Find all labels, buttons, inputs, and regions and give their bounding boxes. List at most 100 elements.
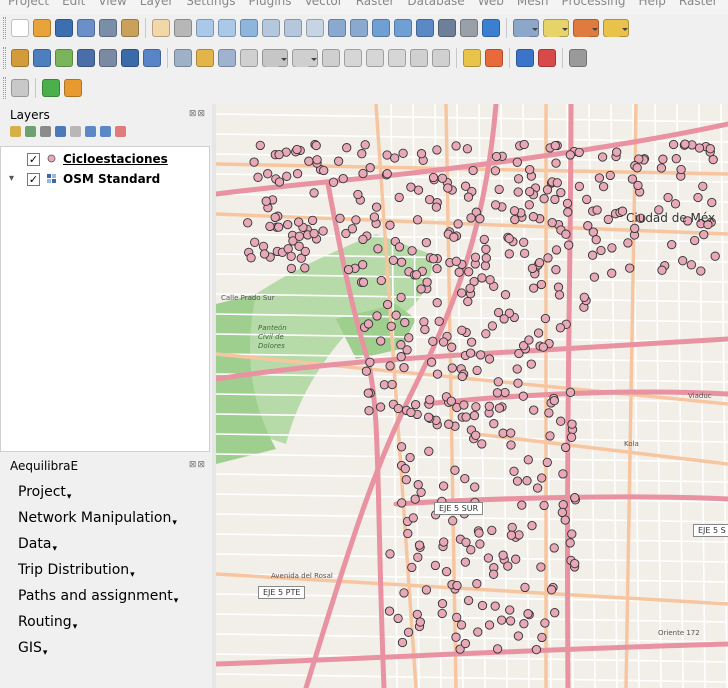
new-project-icon[interactable] bbox=[11, 19, 29, 37]
deselect-icon[interactable] bbox=[573, 19, 599, 37]
menu-view[interactable]: View bbox=[98, 0, 126, 8]
collapse-all-icon[interactable] bbox=[100, 126, 111, 137]
layer-expander[interactable]: ▾ bbox=[9, 170, 14, 188]
save-project-icon[interactable] bbox=[55, 19, 73, 37]
vertex-tool-icon[interactable] bbox=[262, 49, 288, 67]
add-group-icon[interactable] bbox=[25, 126, 36, 137]
aequilibrae-menu-gis[interactable]: GIS▾ bbox=[18, 635, 178, 661]
toolbar-grip[interactable] bbox=[3, 47, 6, 69]
field-calc-icon[interactable] bbox=[603, 19, 629, 37]
menu-mesh[interactable]: Mesh bbox=[517, 0, 549, 8]
bike-station-marker bbox=[460, 557, 471, 567]
virtual-layer-icon[interactable] bbox=[121, 49, 139, 67]
aequilibrae-menu-paths-and-assignment[interactable]: Paths and assignment▾ bbox=[18, 583, 178, 609]
menu-layer[interactable]: Layer bbox=[140, 0, 173, 8]
aequilibrae-menu-project[interactable]: Project▾ bbox=[18, 479, 178, 505]
zoom-native-icon[interactable] bbox=[306, 19, 324, 37]
save-edits-icon[interactable] bbox=[218, 49, 236, 67]
add-line-icon[interactable] bbox=[240, 49, 258, 67]
menu-web[interactable]: Web bbox=[478, 0, 504, 8]
clock-icon[interactable] bbox=[460, 19, 478, 37]
move-feature-icon[interactable] bbox=[292, 49, 318, 67]
aequilibrae-plugin-icon[interactable] bbox=[64, 79, 82, 97]
add-wms-icon[interactable] bbox=[33, 49, 51, 67]
menu-processing[interactable]: Processing bbox=[561, 0, 625, 8]
layer-label-osm-standard[interactable]: OSM Standard bbox=[63, 170, 160, 188]
menu-edit[interactable]: Edit bbox=[62, 0, 85, 8]
pan-to-selection-icon[interactable] bbox=[174, 19, 192, 37]
bike-station-marker bbox=[708, 154, 718, 165]
zoom-layer-icon[interactable] bbox=[284, 19, 302, 37]
show-bookmarks-icon[interactable] bbox=[438, 19, 456, 37]
add-vector-icon[interactable] bbox=[55, 49, 73, 67]
python-console-icon[interactable] bbox=[42, 79, 60, 97]
aequilibrae-menu-data[interactable]: Data▾ bbox=[18, 531, 178, 557]
hide-label-icon[interactable] bbox=[11, 79, 29, 97]
undo-icon[interactable] bbox=[410, 49, 428, 67]
delete-selected-icon[interactable] bbox=[322, 49, 340, 67]
mesh-layer-icon[interactable] bbox=[143, 49, 161, 67]
zoom-selection-icon[interactable] bbox=[262, 19, 280, 37]
zoom-last-icon[interactable] bbox=[328, 19, 346, 37]
aequilibrae-panel-controls[interactable]: ⊠⊠ bbox=[189, 460, 206, 470]
menu-help[interactable]: Help bbox=[639, 0, 666, 8]
manage-visibility-icon[interactable] bbox=[40, 126, 51, 137]
map-canvas[interactable]: Ciudad de Méx Calle Prado Sur Panteón Ci… bbox=[216, 104, 728, 688]
label-highlight-icon[interactable] bbox=[516, 49, 534, 67]
zoom-in-icon[interactable] bbox=[196, 19, 214, 37]
paste-features-icon[interactable] bbox=[388, 49, 406, 67]
bike-station-marker bbox=[474, 528, 484, 538]
menu-raster[interactable]: Raster bbox=[356, 0, 395, 8]
menu-project[interactable]: Project bbox=[8, 0, 49, 8]
filter-expression-icon[interactable] bbox=[70, 126, 81, 137]
layers-panel-controls[interactable]: ⊠⊠ bbox=[189, 109, 206, 119]
menu-settings[interactable]: Settings bbox=[186, 0, 235, 8]
copy-features-icon[interactable] bbox=[366, 49, 384, 67]
label-tool-icon[interactable] bbox=[463, 49, 481, 67]
select-features-icon[interactable] bbox=[543, 19, 569, 37]
toolbar-grip[interactable] bbox=[3, 77, 6, 99]
menu-plugins[interactable]: Plugins bbox=[248, 0, 291, 8]
filter-legend-icon[interactable] bbox=[55, 126, 66, 137]
open-project-icon[interactable] bbox=[33, 19, 51, 37]
menu-raster[interactable]: Raster bbox=[679, 0, 718, 8]
digitize-icon[interactable] bbox=[11, 49, 29, 67]
aequilibrae-menu-trip-distribution[interactable]: Trip Distribution▾ bbox=[18, 557, 178, 583]
toolbar-grip[interactable] bbox=[3, 17, 6, 39]
menu-vector[interactable]: Vector bbox=[304, 0, 342, 8]
remove-layer-icon[interactable] bbox=[115, 126, 126, 137]
bike-station-marker bbox=[294, 241, 304, 251]
current-edits-icon[interactable] bbox=[174, 49, 192, 67]
aequilibrae-menu-network-manipulation[interactable]: Network Manipulation▾ bbox=[18, 505, 178, 531]
expand-all-icon[interactable] bbox=[85, 126, 96, 137]
menu-database[interactable]: Database bbox=[407, 0, 464, 8]
layer-label-cicloestaciones[interactable]: Cicloestaciones bbox=[63, 150, 168, 168]
bookmark-icon[interactable] bbox=[416, 19, 434, 37]
bike-station-marker bbox=[373, 244, 383, 254]
new-map-view-icon[interactable] bbox=[372, 19, 390, 37]
identify-icon[interactable] bbox=[513, 19, 539, 37]
print-layout-icon[interactable] bbox=[77, 19, 95, 37]
layers-tree[interactable]: Cicloestaciones ▾ OSM Standard bbox=[0, 146, 210, 452]
refresh-icon[interactable] bbox=[482, 19, 500, 37]
cut-features-icon[interactable] bbox=[344, 49, 362, 67]
temporal-icon[interactable] bbox=[394, 19, 412, 37]
toggle-editing-icon[interactable] bbox=[196, 49, 214, 67]
bike-station-marker bbox=[342, 143, 352, 153]
add-raster-icon[interactable] bbox=[77, 49, 95, 67]
label-style-icon[interactable] bbox=[538, 49, 556, 67]
aequilibrae-menu-routing[interactable]: Routing▾ bbox=[18, 609, 178, 635]
label-move-icon[interactable] bbox=[569, 49, 587, 67]
zoom-full-icon[interactable] bbox=[240, 19, 258, 37]
pan-hand-icon[interactable] bbox=[152, 19, 170, 37]
open-styling-icon[interactable] bbox=[10, 126, 21, 137]
label-pin-icon[interactable] bbox=[485, 49, 503, 67]
style-manager-icon[interactable] bbox=[121, 19, 139, 37]
zoom-next-icon[interactable] bbox=[350, 19, 368, 37]
layer-visibility-checkbox[interactable] bbox=[27, 153, 40, 166]
add-database-icon[interactable] bbox=[99, 49, 117, 67]
zoom-out-icon[interactable] bbox=[218, 19, 236, 37]
layer-visibility-checkbox[interactable] bbox=[27, 173, 40, 186]
layout-manager-icon[interactable] bbox=[99, 19, 117, 37]
redo-icon[interactable] bbox=[432, 49, 450, 67]
